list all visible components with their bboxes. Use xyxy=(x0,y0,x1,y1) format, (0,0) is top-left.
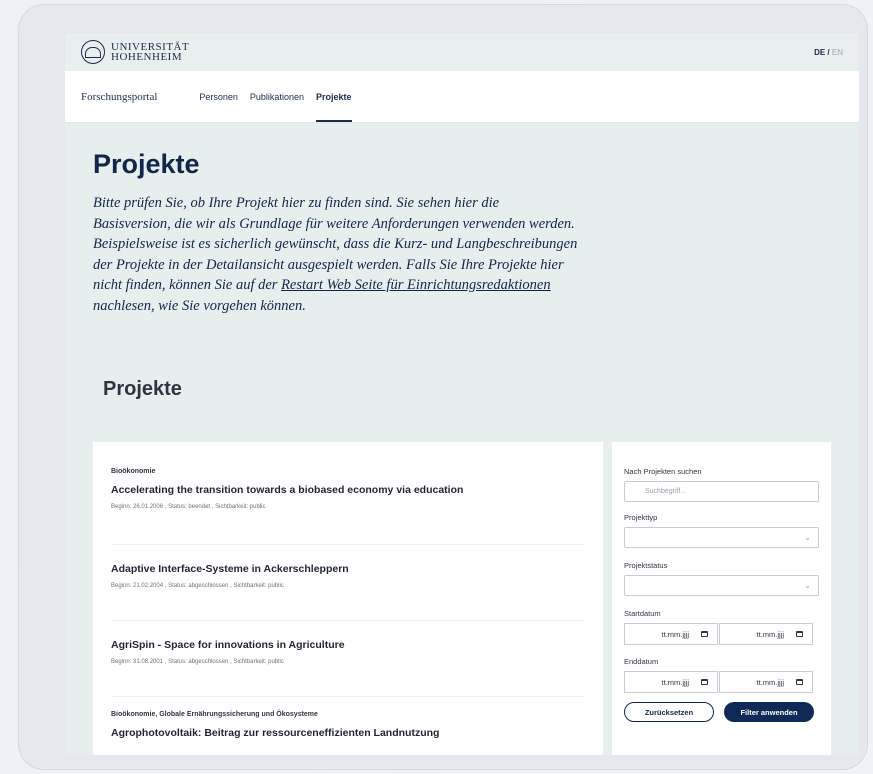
nav-publikationen[interactable]: Publikationen xyxy=(250,71,304,122)
top-bar: UNIVERSITÄT HOHENHEIM DE / EN xyxy=(65,33,859,71)
project-meta: Beginn: 26.01.2006 , Status: beendet , S… xyxy=(111,504,585,510)
project-title[interactable]: AgriSpin - Space for innovations in Agri… xyxy=(111,639,585,651)
reset-button[interactable]: Zurücksetzen xyxy=(624,702,714,722)
start-date-to[interactable]: tt.mm.jjjj xyxy=(719,623,813,645)
project-status-label: Projektstatus xyxy=(624,561,668,570)
lang-de[interactable]: DE xyxy=(814,48,825,57)
hero-section: Projekte Bitte prüfen Sie, ob Ihre Proje… xyxy=(65,123,859,316)
project-title[interactable]: Accelerating the transition towards a bi… xyxy=(111,484,585,496)
date-placeholder: tt.mm.jjjj xyxy=(756,629,785,639)
search-input[interactable]: Suchbegriff... xyxy=(624,481,819,502)
project-title[interactable]: Adaptive Interface-Systeme in Ackerschle… xyxy=(111,563,585,575)
meta-separator: , xyxy=(164,659,167,665)
search-label: Nach Projekten suchen xyxy=(624,467,702,476)
project-visibility: Sichtbarkeit: public xyxy=(215,504,266,510)
meta-separator: , xyxy=(211,504,214,510)
project-begin: Beginn: 26.01.2006 xyxy=(111,504,164,510)
page-title: Projekte xyxy=(93,149,200,179)
project-list: Bioökonomie Accelerating the transition … xyxy=(93,442,603,755)
project-status: Status: beendet xyxy=(168,504,211,510)
lang-en[interactable]: EN xyxy=(832,48,843,57)
date-placeholder: tt.mm.jjjj xyxy=(756,677,785,687)
calendar-icon[interactable] xyxy=(796,679,803,685)
date-placeholder: tt.mm.jjjj xyxy=(661,677,690,687)
project-category: Bioökonomie, Globale Ernährungssicherung… xyxy=(111,711,318,718)
nav-personen[interactable]: Personen xyxy=(199,71,238,122)
university-logo[interactable]: UNIVERSITÄT HOHENHEIM xyxy=(81,40,189,64)
restart-link[interactable]: Restart Web Seite für Einrichtungsredakt… xyxy=(281,277,551,293)
university-seal-icon xyxy=(81,40,105,64)
meta-separator: , xyxy=(164,583,167,589)
project-title[interactable]: Agrophotovoltaik: Beitrag zur ressourcen… xyxy=(111,727,585,739)
nav-links: Personen Publikationen Projekte xyxy=(199,71,352,122)
project-item[interactable]: AgriSpin - Space for innovations in Agri… xyxy=(111,621,585,697)
start-date-from[interactable]: tt.mm.jjjj xyxy=(624,623,718,645)
project-visibility: Sichtbarkeit: public xyxy=(233,583,284,589)
project-type-select[interactable]: ⌄ xyxy=(624,527,819,548)
start-date-label: Startdatum xyxy=(624,609,661,618)
section-title: Projekte xyxy=(103,378,182,400)
meta-separator: , xyxy=(230,583,232,589)
end-date-label: Enddatum xyxy=(624,657,659,666)
portal-brand[interactable]: Forschungsportal xyxy=(81,71,157,122)
logo-text: UNIVERSITÄT HOHENHEIM xyxy=(111,42,189,63)
project-meta: Beginn: 21.02.2004 , Status: abgeschloss… xyxy=(111,583,585,589)
project-type-label: Projekttyp xyxy=(624,513,658,522)
calendar-icon[interactable] xyxy=(701,631,708,637)
project-item[interactable]: Bioökonomie Accelerating the transition … xyxy=(111,468,585,545)
project-visibility: Sichtbarkeit: public xyxy=(233,659,284,665)
chevron-down-icon: ⌄ xyxy=(804,581,811,590)
end-date-range: tt.mm.jjjj tt.mm.jjjj xyxy=(624,671,819,693)
filter-panel: Nach Projekten suchen Suchbegriff... Pro… xyxy=(612,442,831,755)
meta-separator: , xyxy=(164,504,167,510)
language-switcher: DE / EN xyxy=(814,48,843,57)
browser-viewport: UNIVERSITÄT HOHENHEIM DE / EN Forschungs… xyxy=(65,33,859,755)
project-category: Bioökonomie xyxy=(111,468,156,475)
main-navigation: Forschungsportal Personen Publikationen … xyxy=(65,71,859,123)
end-date-from[interactable]: tt.mm.jjjj xyxy=(624,671,718,693)
project-item[interactable]: Bioökonomie, Globale Ernährungssicherung… xyxy=(111,697,585,739)
apply-filter-button[interactable]: Filter anwenden xyxy=(724,702,814,722)
intro-text-part-2: nachlesen, wie Sie vorgehen können. xyxy=(93,297,306,314)
calendar-icon[interactable] xyxy=(701,679,708,685)
chevron-down-icon: ⌄ xyxy=(804,533,811,542)
start-date-range: tt.mm.jjjj tt.mm.jjjj xyxy=(624,623,819,645)
project-status-select[interactable]: ⌄ xyxy=(624,575,819,596)
end-date-to[interactable]: tt.mm.jjjj xyxy=(719,671,813,693)
intro-text: Bitte prüfen Sie, ob Ihre Projekt hier z… xyxy=(93,193,579,316)
filter-actions: Zurücksetzen Filter anwenden xyxy=(624,702,819,722)
content-area: Bioökonomie Accelerating the transition … xyxy=(93,442,859,755)
project-status: Status: abgeschlossen xyxy=(168,583,229,589)
nav-projekte[interactable]: Projekte xyxy=(315,71,352,122)
project-begin: Beginn: 31.08.2001 xyxy=(111,659,164,665)
calendar-icon[interactable] xyxy=(796,631,803,637)
date-placeholder: tt.mm.jjjj xyxy=(661,629,690,639)
project-meta: Beginn: 31.08.2001 , Status: abgeschloss… xyxy=(111,659,585,665)
logo-line-2: HOHENHEIM xyxy=(111,51,183,63)
meta-separator: , xyxy=(230,659,232,665)
device-frame: UNIVERSITÄT HOHENHEIM DE / EN Forschungs… xyxy=(18,4,868,770)
lang-separator: / xyxy=(825,47,832,57)
project-status: Status: abgeschlossen xyxy=(168,659,229,665)
project-item[interactable]: Adaptive Interface-Systeme in Ackerschle… xyxy=(111,545,585,621)
project-begin: Beginn: 21.02.2004 xyxy=(111,583,164,589)
